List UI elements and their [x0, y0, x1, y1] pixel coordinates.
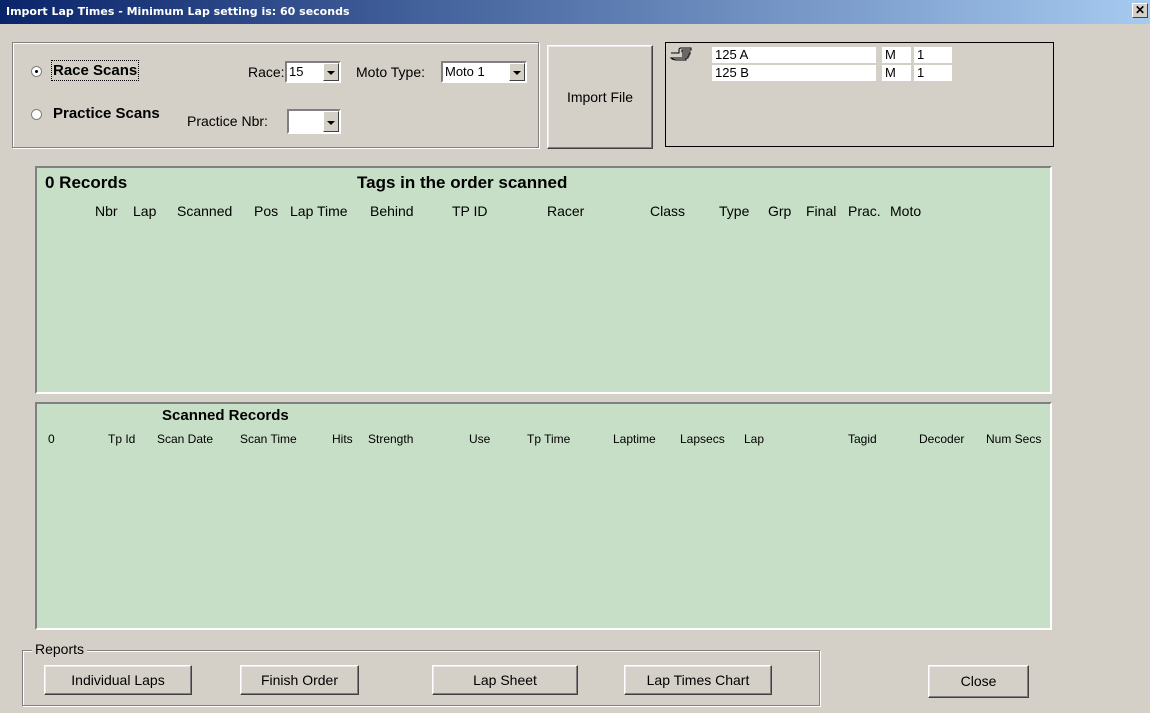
moto-type-select[interactable]: Moto 1 [441, 61, 527, 83]
class-type-cell[interactable]: M [882, 65, 911, 81]
col-header-pos: Pos [254, 203, 279, 219]
moto-type-dropdown-button[interactable] [509, 63, 525, 81]
col-header-scan-time: Scan Time [240, 432, 297, 446]
tags-panel-title: Tags in the order scanned [357, 173, 568, 192]
col-header-hits: Hits [332, 432, 353, 446]
scanned-panel-title: Scanned Records [162, 407, 289, 424]
close-button[interactable]: Close [928, 665, 1029, 698]
class-name-cell[interactable]: 125 A [712, 47, 876, 63]
practice-nbr-dropdown-button[interactable] [323, 111, 339, 132]
col-header-strength: Strength [368, 432, 414, 446]
col-header-lap: Lap [744, 432, 765, 446]
col-header-use: Use [469, 432, 491, 446]
practice-scans-label[interactable]: Practice Scans [53, 105, 160, 122]
record-count: 0 Records [45, 173, 128, 192]
practice-nbr-select[interactable] [287, 109, 341, 134]
chevron-down-icon [513, 71, 521, 75]
col-header-behind: Behind [370, 203, 414, 219]
col-header-nbr: Nbr [95, 203, 118, 219]
window-title: Import Lap Times - Minimum Lap setting i… [6, 5, 350, 18]
scan-mode-panel [12, 42, 539, 148]
col-header-moto: Moto [890, 203, 922, 219]
col-header-prac: Prac. [848, 203, 881, 219]
moto-type-label: Moto Type: [356, 64, 426, 80]
col-header-scan-date: Scan Date [157, 432, 214, 446]
lap-times-chart-button[interactable]: Lap Times Chart [624, 665, 772, 695]
lap-sheet-button[interactable]: Lap Sheet [432, 665, 578, 695]
class-num-cell[interactable]: 1 [914, 47, 952, 63]
col-header-laptime: Laptime [613, 432, 656, 446]
close-window-button[interactable]: ✕ [1132, 3, 1148, 18]
race-scans-label[interactable]: Race Scans [50, 60, 140, 81]
col-header-grp: Grp [768, 203, 792, 219]
col-header-decoder: Decoder [919, 432, 965, 446]
class-num-cell[interactable]: 1 [914, 65, 952, 81]
col-header-class: Class [650, 203, 686, 219]
col-header-tagid: Tagid [848, 432, 877, 446]
col-header-tp-id: Tp Id [108, 432, 136, 446]
race-select-value: 15 [289, 64, 304, 79]
practice-nbr-label: Practice Nbr: [187, 113, 268, 129]
close-icon: ✕ [1134, 3, 1146, 17]
race-field-label: Race: [248, 64, 285, 80]
col-header-final: Final [806, 203, 837, 219]
col-header-scanned: Scanned [177, 203, 233, 219]
race-scans-radio[interactable] [31, 66, 42, 77]
col-header-tp-id: TP ID [452, 203, 488, 219]
moto-type-select-value: Moto 1 [445, 64, 485, 79]
scanned-count: 0 [48, 432, 55, 446]
col-header-type: Type [719, 203, 750, 219]
class-name-cell[interactable]: 125 B [712, 65, 876, 81]
col-header-num-secs: Num Secs [986, 432, 1042, 446]
finish-order-button[interactable]: Finish Order [240, 665, 359, 695]
col-header-lapsecs: Lapsecs [680, 432, 725, 446]
chevron-down-icon [327, 121, 335, 125]
col-header-lap-time: Lap Time [290, 203, 348, 219]
col-header-lap: Lap [133, 203, 157, 219]
title-bar: Import Lap Times - Minimum Lap setting i… [0, 0, 1150, 24]
practice-scans-radio[interactable] [31, 109, 42, 120]
radio-selected-dot [35, 70, 38, 73]
individual-laps-button[interactable]: Individual Laps [44, 665, 192, 695]
class-type-cell[interactable]: M [882, 47, 911, 63]
race-select[interactable]: 15 [285, 61, 341, 83]
col-header-racer: Racer [547, 203, 585, 219]
tags-list-panel[interactable] [35, 166, 1052, 394]
reports-legend: Reports [32, 641, 88, 657]
col-header-tp-time: Tp Time [527, 432, 571, 446]
import-file-button[interactable]: Import File [547, 45, 653, 149]
race-dropdown-button[interactable] [323, 63, 339, 81]
chevron-down-icon [327, 71, 335, 75]
hand-pointer-icon [669, 47, 692, 61]
